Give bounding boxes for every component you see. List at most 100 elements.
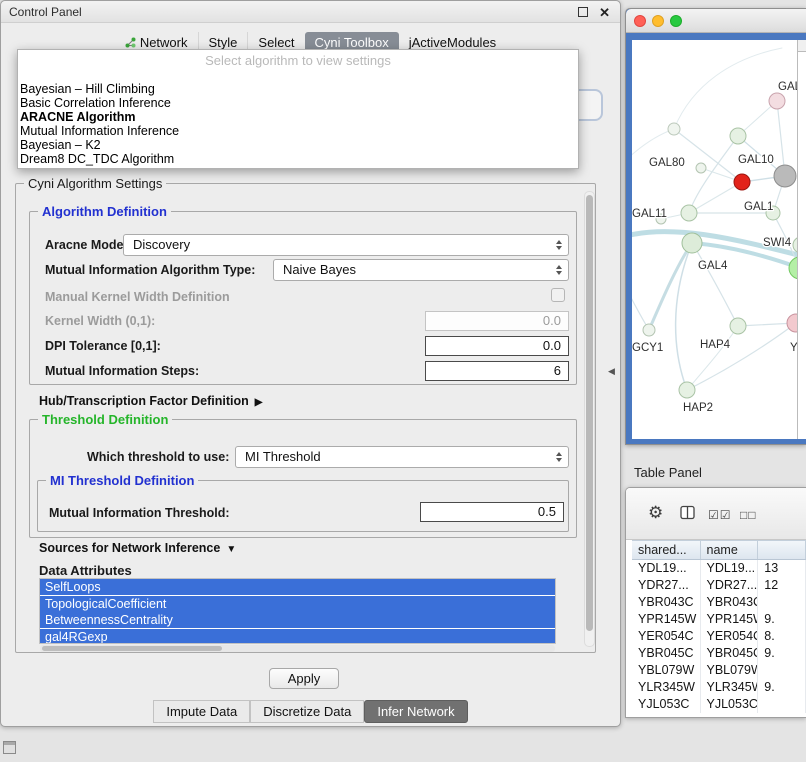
close-icon[interactable]: ✕	[599, 5, 610, 21]
hub-definition-expander[interactable]: Hub/Transcription Factor Definition▶	[39, 394, 262, 408]
graph-node-mid[interactable]	[681, 205, 697, 221]
table-cell: YBL079W	[632, 662, 701, 679]
manual-kernel-width-checkbox[interactable]	[551, 288, 565, 302]
splitter-collapse-icon[interactable]: ◀	[608, 366, 615, 377]
tab-impute-data[interactable]: Impute Data	[153, 700, 250, 723]
float-window-icon[interactable]	[578, 7, 588, 17]
table-row[interactable]: YBR043CYBR043C	[632, 594, 806, 611]
aracne-mode-select[interactable]: Discovery	[123, 234, 569, 256]
mi-threshold-input[interactable]: 0.5	[420, 502, 564, 522]
graph-node-label: SWI4	[763, 237, 792, 249]
attribute-item[interactable]: SelfLoops	[40, 579, 555, 595]
graph-node-gal7[interactable]	[769, 93, 785, 109]
algorithm-option[interactable]: Mutual Information Inference	[18, 124, 578, 138]
control-panel-titlebar[interactable]: Control Panel ✕	[1, 1, 620, 23]
algorithm-dropdown-popup: Select algorithm to view settings Bayesi…	[17, 49, 579, 169]
table-cell	[758, 696, 806, 713]
close-traffic-light[interactable]	[634, 15, 646, 27]
algorithm-popup-placeholder: Select algorithm to view settings	[18, 50, 578, 68]
dpi-tolerance-input[interactable]: 0.0	[425, 336, 569, 356]
table-row[interactable]: YLR345WYLR345W9.	[632, 679, 806, 696]
table-cell: YJL053C	[632, 696, 701, 713]
algorithm-definition-legend: Algorithm Definition	[38, 204, 171, 219]
zoom-traffic-light[interactable]	[670, 15, 682, 27]
mi-algorithm-type-select[interactable]: Naive Bayes	[273, 259, 569, 281]
mi-steps-input[interactable]: 6	[425, 361, 569, 381]
algorithm-option[interactable]: Bayesian – K2	[18, 138, 578, 152]
scrollbar-corner-button[interactable]	[798, 40, 806, 52]
tab-infer-network[interactable]: Infer Network	[364, 700, 467, 723]
minimized-panel-icon[interactable]	[3, 741, 16, 754]
table-row[interactable]: YER054CYER054C8.	[632, 628, 806, 645]
apply-button[interactable]: Apply	[269, 668, 339, 689]
graph-node-gray[interactable]	[774, 165, 796, 187]
column-header-shared-name[interactable]: shared...	[632, 541, 701, 559]
algorithm-option[interactable]: Dream8 DC_TDC Algorithm	[18, 152, 578, 166]
table-panel-toolbar: ⚙ ☑☑ □□	[626, 488, 806, 540]
tab-discretize-data[interactable]: Discretize Data	[250, 700, 364, 723]
table-row[interactable]: YPR145WYPR145W9.	[632, 611, 806, 628]
attribute-item[interactable]: gal4RGexp	[40, 629, 555, 645]
graph-node-gal10[interactable]	[734, 174, 750, 190]
table-cell: YBR043C	[701, 594, 759, 611]
minimize-traffic-light[interactable]	[652, 15, 664, 27]
graph-edge	[632, 129, 674, 160]
table-cell: YDR27...	[701, 577, 759, 594]
graph-node-n-c[interactable]	[730, 128, 746, 144]
table-cell: 9.	[758, 645, 806, 662]
kernel-width-label: Kernel Width (0,1):	[45, 314, 155, 328]
sources-expander[interactable]: Sources for Network Inference▼	[39, 541, 236, 555]
table-cell: YDR27...	[632, 577, 701, 594]
attributes-hscrollbar[interactable]	[40, 645, 555, 652]
data-attributes-list: SelfLoopsTopologicalCoefficientBetweenne…	[39, 578, 556, 644]
graph-node-label: HAP2	[683, 402, 713, 414]
data-attributes-label: Data Attributes	[39, 563, 132, 578]
table-row[interactable]: YBR045CYBR045C9.	[632, 645, 806, 662]
control-panel-title: Control Panel	[9, 5, 82, 19]
algorithm-option[interactable]: ARACNE Algorithm	[18, 110, 578, 124]
table-row[interactable]: YJL053CYJL053C	[632, 696, 806, 713]
gear-icon[interactable]: ⚙	[648, 503, 663, 523]
network-vscrollbar[interactable]	[797, 40, 806, 439]
attribute-item[interactable]: TopologicalCoefficient	[40, 596, 555, 612]
column-header-extra[interactable]	[758, 541, 806, 559]
chevron-down-icon: ▼	[226, 544, 236, 555]
which-threshold-select[interactable]: MI Threshold	[235, 446, 569, 468]
kernel-width-input[interactable]: 0.0	[425, 311, 569, 331]
table-cell: YDL19...	[701, 560, 759, 577]
graph-node-gal80[interactable]	[696, 163, 706, 173]
table-row[interactable]: YDR27...YDR27...12	[632, 577, 806, 594]
dpi-tolerance-label: DPI Tolerance [0,1]:	[45, 339, 161, 353]
table-cell: YBL079W	[701, 662, 759, 679]
aracne-mode-value: Discovery	[133, 237, 190, 252]
chevron-updown-icon	[556, 265, 562, 275]
network-canvas[interactable]: GAL7GAL80GAL10GAL11GAL1SWI4GAL4GCY1HAP4Y…	[632, 40, 798, 439]
table-row[interactable]: YDL19...YDL19...13	[632, 560, 806, 577]
attribute-item[interactable]: BetweennessCentrality	[40, 612, 555, 628]
which-threshold-label: Which threshold to use:	[87, 450, 229, 464]
select-all-icon[interactable]: ☑☑	[708, 508, 732, 522]
graph-node-hap4[interactable]	[730, 318, 746, 334]
table-cell: 9.	[758, 679, 806, 696]
table-cell: YBR045C	[632, 645, 701, 662]
column-header-name[interactable]: name	[701, 541, 759, 559]
which-threshold-value: MI Threshold	[245, 449, 321, 464]
deselect-all-icon[interactable]: □□	[740, 508, 757, 522]
table-row[interactable]: YBL079WYBL079W	[632, 662, 806, 679]
graph-node-gal4[interactable]	[682, 233, 702, 253]
network-tab-icon	[125, 37, 136, 48]
network-window-titlebar[interactable]	[626, 9, 806, 33]
graph-node-n-b[interactable]	[668, 123, 680, 135]
graph-node-gcy1[interactable]	[643, 324, 655, 336]
graph-node-label: HAP4	[700, 339, 731, 351]
column-chooser-icon[interactable]	[680, 505, 695, 524]
algorithm-option[interactable]: Basic Correlation Inference	[18, 96, 578, 110]
graph-node-label: GAL80	[649, 157, 685, 169]
algorithm-option[interactable]: Bayesian – Hill Climbing	[18, 82, 578, 96]
table-cell: YPR145W	[632, 611, 701, 628]
settings-vscrollbar[interactable]	[584, 191, 595, 647]
table-header-row: shared... name	[632, 540, 806, 560]
mi-threshold-label: Mutual Information Threshold:	[49, 506, 230, 520]
network-graph: GAL7GAL80GAL10GAL11GAL1SWI4GAL4GCY1HAP4Y…	[632, 40, 798, 439]
graph-node-hap2[interactable]	[679, 382, 695, 398]
